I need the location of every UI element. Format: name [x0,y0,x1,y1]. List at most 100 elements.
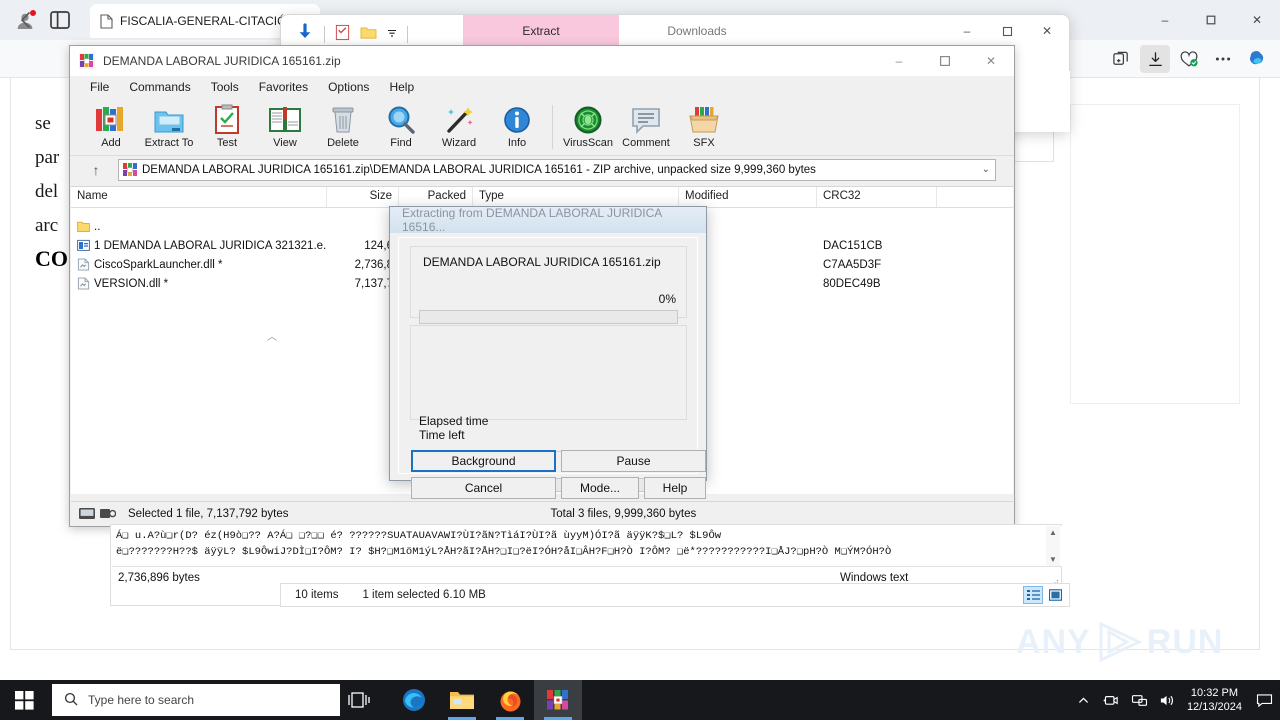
toolbar-add-label: Add [101,137,121,149]
toolbar-delete-button[interactable]: Delete [314,100,372,149]
column-header-packed[interactable]: Packed [399,187,473,207]
winrar-maximize-button[interactable] [922,46,968,76]
toolbar-virusscan-button[interactable]: VirusScan [559,100,617,149]
help-button[interactable]: Help [644,477,706,499]
up-arrow-icon[interactable]: ↑ [82,162,110,178]
test-archive-icon [215,104,239,134]
column-header-name[interactable]: Name [71,187,327,207]
toolbar-extract-to-button[interactable]: Extract To [140,100,198,149]
search-icon [64,692,78,709]
search-input[interactable]: Type here to search [52,684,340,716]
toolbar-comment-button[interactable]: Comment [617,100,675,149]
dll-file-icon [77,277,90,290]
browser-close-button[interactable]: ✕ [1234,0,1280,40]
menu-favorites[interactable]: Favorites [249,78,318,96]
sort-indicator-icon: ︿ [267,332,277,343]
copilot-icon[interactable] [1242,45,1272,73]
task-view-icon[interactable] [348,690,370,710]
toolbar-sfx-button[interactable]: SFX [675,100,733,149]
toolbar-comment-label: Comment [622,137,670,149]
taskbar-app-mozilla-firefox[interactable] [486,680,534,720]
view-mode-buttons [1023,586,1065,604]
winrar-menu-bar: File Commands Tools Favorites Options He… [70,76,1014,98]
archive-status-icon [100,508,116,518]
flyout-window-buttons: – ✕ [947,17,1067,45]
flyout-maximize-button[interactable] [987,17,1027,45]
toolbar-add-button[interactable]: Add [82,100,140,149]
notifications-icon[interactable] [1252,693,1276,708]
current-file-progressbar [419,310,678,324]
preview-scrollbar[interactable]: ▲ ▼ [1046,526,1060,566]
info-icon [504,107,530,133]
edge-icon [403,689,425,711]
winrar-close-button[interactable]: ✕ [968,46,1014,76]
extract-all-icon[interactable] [334,24,351,44]
back-arrow-icon[interactable] [14,8,38,32]
current-file-name: DEMANDA LABORAL JURIDICA 165161.zip [423,255,661,269]
toolbar-info-button[interactable]: Info [488,100,546,149]
watermark-text-left: ANY [1016,622,1091,661]
details-bytes: 2,736,896 bytes [118,572,200,584]
toolbar-wizard-button[interactable]: Wizard [430,100,488,149]
scroll-up-icon[interactable]: ▲ [1049,528,1057,537]
sfx-icon [689,107,719,133]
camera-icon[interactable] [1103,693,1121,708]
taskbar-app-file-explorer[interactable] [438,680,486,720]
collections-icon[interactable] [1106,45,1136,73]
toolbar-find-button[interactable]: Find [372,100,430,149]
browser-essentials-icon[interactable] [1174,45,1204,73]
column-header-crc32[interactable]: CRC32 [817,187,937,207]
chevron-down-icon[interactable]: ⌄ [982,164,990,175]
toolbar-test-label: Test [216,137,238,149]
exe-file-icon [77,239,90,251]
menu-tools[interactable]: Tools [201,78,249,96]
preview-line-2: ë❑???????H??$ äÿÿL? $L9ÔwiJ?DÌ❑I?ÔM? I? … [116,546,892,558]
column-header-type[interactable]: Type [473,187,679,207]
browser-minimize-button[interactable]: – [1142,0,1188,40]
background-button[interactable]: Background [411,450,556,472]
dropdown-caret-icon[interactable] [386,27,398,42]
cancel-button[interactable]: Cancel [411,477,556,499]
folder-icon[interactable] [360,25,377,43]
toolbar-test-button[interactable]: Test [198,100,256,149]
column-header-modified[interactable]: Modified [679,187,817,207]
taskbar-app-winrar[interactable] [534,680,582,720]
column-header-size[interactable]: Size [327,187,399,207]
archive-path-input[interactable]: DEMANDA LABORAL JURIDICA 165161.zip\DEMA… [118,159,996,181]
download-arrow-icon[interactable] [295,22,315,46]
winrar-minimize-button[interactable]: – [876,46,922,76]
archive-path-text: DEMANDA LABORAL JURIDICA 165161.zip\DEMA… [142,164,816,176]
flyout-minimize-button[interactable]: – [947,17,987,45]
taskbar-clock[interactable]: 10:32 PM 12/13/2024 [1187,686,1242,714]
menu-help[interactable]: Help [379,78,424,96]
show-hidden-icons-chevron[interactable] [1075,694,1093,707]
tab-extract[interactable]: Extract [463,15,619,47]
ribbon-separator [324,25,325,43]
flyout-close-button[interactable]: ✕ [1027,17,1067,45]
details-view-icon[interactable] [1023,586,1043,604]
menu-options[interactable]: Options [318,78,379,96]
scroll-down-icon[interactable]: ▼ [1049,555,1057,564]
menu-file[interactable]: File [80,78,119,96]
file-crc-cell: 80DEC49B [823,277,881,290]
clock-time: 10:32 PM [1190,687,1239,699]
tab-downloads[interactable]: Downloads [619,15,775,47]
status-selection-info: 1 item selected 6.10 MB [362,589,486,601]
downloads-icon[interactable] [1140,45,1170,73]
pause-button[interactable]: Pause [561,450,706,472]
network-icon[interactable] [1131,693,1149,708]
windows-start-icon[interactable] [8,688,40,712]
more-options-icon[interactable] [1208,45,1238,73]
winrar-icon [79,53,95,69]
menu-commands[interactable]: Commands [119,78,200,96]
large-icons-view-icon[interactable] [1045,586,1065,604]
tab-actions-icon[interactable] [48,9,72,31]
browser-maximize-button[interactable] [1188,0,1234,40]
taskbar-app-microsoft-edge[interactable] [390,680,438,720]
toolbar-view-button[interactable]: View [256,100,314,149]
volume-icon[interactable] [1159,693,1177,708]
current-file-group: DEMANDA LABORAL JURIDICA 165161.zip 0% [410,246,687,324]
extract-to-icon [154,111,184,133]
file-crc-cell: DAC151CB [823,239,883,252]
mode-button[interactable]: Mode... [561,477,639,499]
